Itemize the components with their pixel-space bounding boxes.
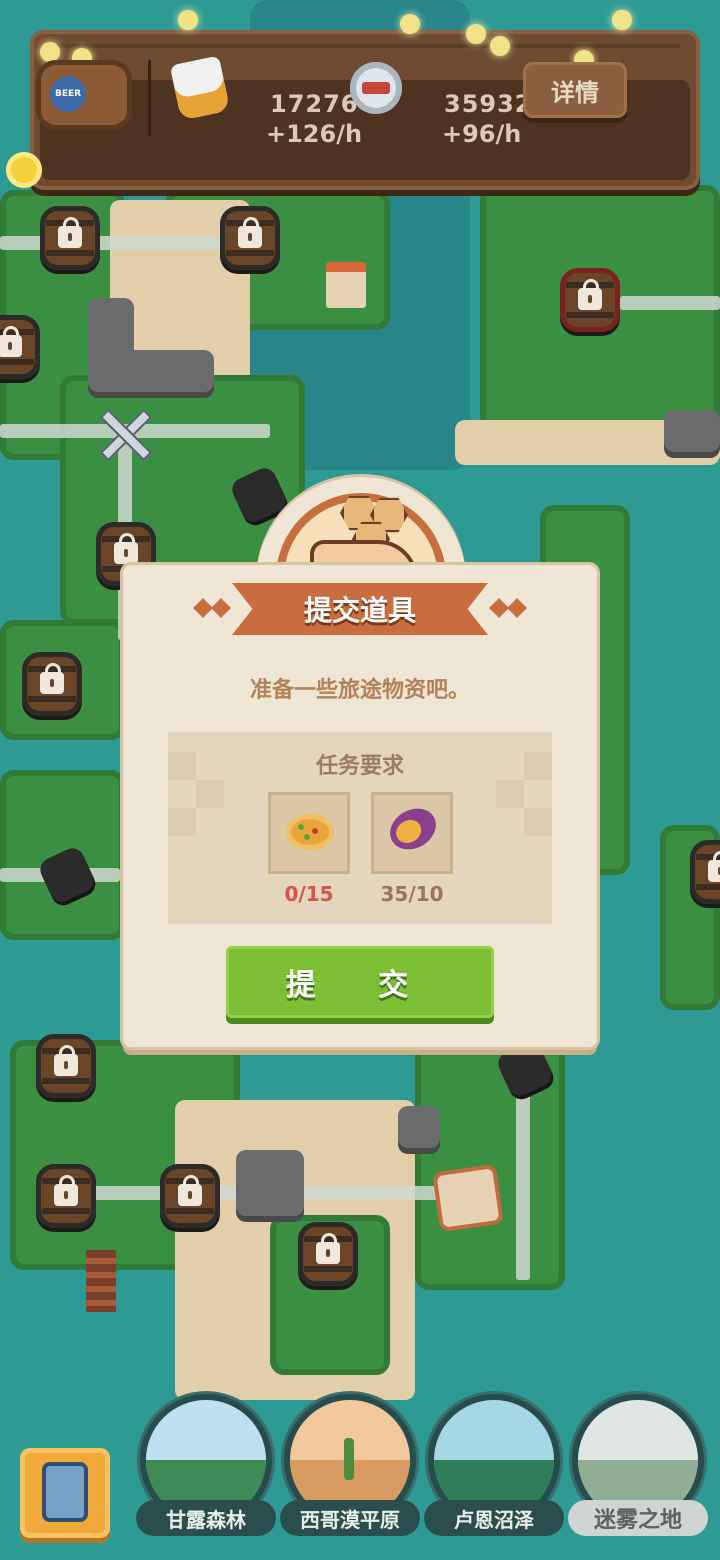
- region-desert-plain[interactable]: 西哥漠平原: [280, 1400, 420, 1550]
- portal-button[interactable]: [20, 1448, 110, 1538]
- robot-icon: [42, 1462, 88, 1522]
- region-name: 迷雾之地: [568, 1500, 708, 1536]
- dialog-title: 提交道具: [303, 594, 416, 627]
- item-slot-pizza[interactable]: [268, 792, 350, 874]
- item-slot-sweet-potato[interactable]: [371, 792, 453, 874]
- region-name: 卢恩沼泽: [424, 1500, 564, 1536]
- sweet-potato-progress: 35/10: [380, 882, 444, 906]
- region-name: 甘露森林: [136, 1500, 276, 1536]
- region-rune-swamp[interactable]: 卢恩沼泽: [424, 1400, 564, 1550]
- submit-button[interactable]: 提 交: [226, 946, 494, 1018]
- region-misty-land[interactable]: 迷雾之地: [568, 1400, 708, 1550]
- region-sweet-dew-forest[interactable]: 甘露森林: [136, 1400, 276, 1550]
- pizza-icon: [286, 814, 334, 850]
- submit-items-modal: 提交道具 准备一些旅途物资吧。 任务要求 0/15 35/10 提 交: [0, 0, 720, 1560]
- sweet-potato-icon: [382, 800, 444, 858]
- region-name: 西哥漠平原: [280, 1500, 420, 1536]
- pizza-progress: 0/15: [284, 882, 334, 906]
- requirements-title: 任务要求: [315, 754, 404, 779]
- cactus-icon: [344, 1438, 354, 1480]
- dialog-subtitle: 准备一些旅途物资吧。: [249, 678, 470, 703]
